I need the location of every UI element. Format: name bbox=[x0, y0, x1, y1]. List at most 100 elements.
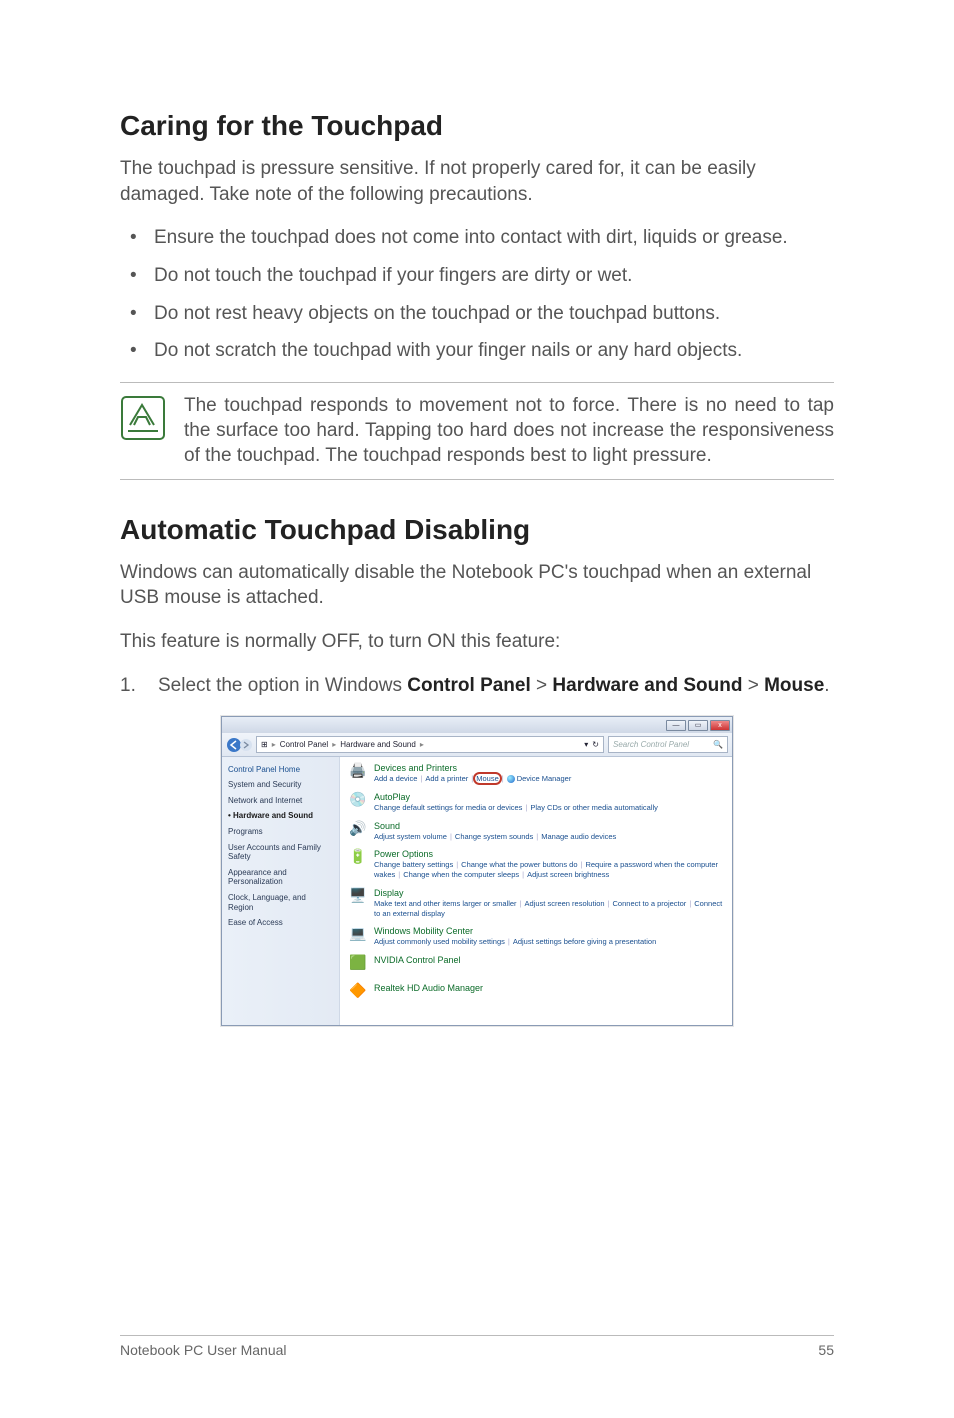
category-icon: 🟩 bbox=[348, 955, 368, 975]
heading-auto-disable: Automatic Touchpad Disabling bbox=[120, 514, 834, 546]
link-separator: | bbox=[608, 899, 610, 908]
category-row: 🔊 SoundAdjust system volume|Change system… bbox=[348, 821, 724, 842]
category-title-link[interactable]: Power Options bbox=[374, 849, 724, 859]
link-separator: | bbox=[456, 860, 458, 869]
search-box[interactable]: Search Control Panel 🔍 bbox=[608, 736, 728, 753]
breadcrumb-part[interactable]: Hardware and Sound bbox=[340, 740, 416, 749]
sidebar-item[interactable]: Network and Internet bbox=[228, 796, 333, 806]
category-sublink[interactable]: Adjust system volume bbox=[374, 832, 447, 841]
category-sublink[interactable]: Make text and other items larger or smal… bbox=[374, 899, 517, 908]
category-links: Change default settings for media or dev… bbox=[374, 803, 724, 813]
category-sublink[interactable]: Change default settings for media or dev… bbox=[374, 803, 522, 812]
step-gt-1: > bbox=[531, 675, 553, 696]
category-title-link[interactable]: Display bbox=[374, 888, 724, 898]
category-sublink[interactable]: Device Manager bbox=[507, 774, 572, 783]
control-panel-window: — ▭ x ⊞ ▸ Control Panel ▸ Hardware and S… bbox=[221, 716, 733, 1026]
category-row: 💻 Windows Mobility CenterAdjust commonly … bbox=[348, 926, 724, 947]
link-separator: | bbox=[581, 860, 583, 869]
category-sublink[interactable]: Change what the power buttons do bbox=[461, 860, 577, 869]
category-links: Add a device|Add a printer|Mouse|Device … bbox=[374, 774, 724, 784]
link-separator: | bbox=[689, 899, 691, 908]
breadcrumb-bar[interactable]: ⊞ ▸ Control Panel ▸ Hardware and Sound ▸… bbox=[256, 736, 604, 753]
sidebar: Control Panel Home System and Security Ne… bbox=[222, 757, 340, 1025]
category-sublink[interactable]: Play CDs or other media automatically bbox=[530, 803, 658, 812]
maximize-button[interactable]: ▭ bbox=[688, 720, 708, 731]
steps-list: 1. Select the option in Windows Control … bbox=[120, 673, 834, 699]
refresh-icon[interactable]: ↻ bbox=[592, 740, 599, 749]
category-title-link[interactable]: Realtek HD Audio Manager bbox=[374, 983, 724, 993]
link-separator: | bbox=[502, 774, 504, 783]
category-title-link[interactable]: AutoPlay bbox=[374, 792, 724, 802]
page-number: 55 bbox=[818, 1342, 834, 1358]
note-text: The touchpad responds to movement not to… bbox=[184, 393, 834, 469]
sidebar-item[interactable]: System and Security bbox=[228, 780, 333, 790]
category-row: 🖥️DisplayMake text and other items large… bbox=[348, 888, 724, 919]
category-row: 🟩 NVIDIA Control Panel bbox=[348, 955, 724, 975]
category-links: Change battery settings|Change what the … bbox=[374, 860, 724, 880]
category-icon: 💻 bbox=[348, 926, 368, 946]
navigation-bar: ⊞ ▸ Control Panel ▸ Hardware and Sound ▸… bbox=[222, 733, 732, 757]
category-row: 💿 AutoPlayChange default settings for med… bbox=[348, 792, 724, 813]
breadcrumb-sep: ▸ bbox=[420, 740, 424, 749]
category-sublink[interactable]: Mouse bbox=[476, 774, 499, 783]
category-title-link[interactable]: Windows Mobility Center bbox=[374, 926, 724, 936]
category-sublink[interactable]: Add a device bbox=[374, 774, 417, 783]
step-item: 1. Select the option in Windows Control … bbox=[120, 673, 834, 699]
breadcrumb-sep: ▸ bbox=[332, 740, 336, 749]
precautions-list: Ensure the touchpad does not come into c… bbox=[120, 225, 834, 364]
search-placeholder: Search Control Panel bbox=[613, 740, 689, 749]
breadcrumb-part[interactable]: Control Panel bbox=[280, 740, 328, 749]
list-item: Do not rest heavy objects on the touchpa… bbox=[126, 301, 834, 327]
main-panel: 🖨️Devices and PrintersAdd a device|Add a… bbox=[340, 757, 732, 1025]
sidebar-item[interactable]: Hardware and Sound bbox=[228, 811, 333, 821]
category-sublink[interactable]: Adjust commonly used mobility settings bbox=[374, 937, 505, 946]
note-icon bbox=[120, 395, 166, 441]
category-sublink[interactable]: Manage audio devices bbox=[541, 832, 616, 841]
category-row: 🖨️Devices and PrintersAdd a device|Add a… bbox=[348, 763, 724, 784]
category-links: Adjust system volume|Change system sound… bbox=[374, 832, 724, 842]
close-button[interactable]: x bbox=[710, 720, 730, 731]
category-icon: 🔊 bbox=[348, 821, 368, 841]
breadcrumb-dropdown-icon[interactable]: ▾ bbox=[584, 740, 588, 749]
category-row: 🔋Power OptionsChange battery settings|Ch… bbox=[348, 849, 724, 880]
step-bold-3: Mouse bbox=[764, 675, 824, 696]
category-sublink[interactable]: Change when the computer sleeps bbox=[403, 870, 519, 879]
sidebar-item[interactable]: Programs bbox=[228, 827, 333, 837]
sidebar-item[interactable]: Appearance and Personalization bbox=[228, 868, 333, 887]
back-forward-buttons[interactable] bbox=[226, 736, 252, 754]
category-sublink[interactable]: Change battery settings bbox=[374, 860, 453, 869]
breadcrumb-icon: ⊞ bbox=[261, 740, 268, 749]
category-sublink[interactable]: Adjust screen resolution bbox=[525, 899, 605, 908]
titlebar: — ▭ x bbox=[222, 717, 732, 733]
category-icon: 💿 bbox=[348, 792, 368, 812]
window-body: Control Panel Home System and Security Ne… bbox=[222, 757, 732, 1025]
step-post: . bbox=[824, 675, 829, 696]
category-links: Make text and other items larger or smal… bbox=[374, 899, 724, 919]
sidebar-home-link[interactable]: Control Panel Home bbox=[228, 765, 333, 774]
category-title-link[interactable]: Sound bbox=[374, 821, 724, 831]
breadcrumb-sep: ▸ bbox=[272, 740, 276, 749]
auto-para-2: This feature is normally OFF, to turn ON… bbox=[120, 629, 834, 655]
list-item: Do not touch the touchpad if your finger… bbox=[126, 263, 834, 289]
sidebar-item[interactable]: Clock, Language, and Region bbox=[228, 893, 333, 912]
sidebar-item[interactable]: Ease of Access bbox=[228, 918, 333, 928]
category-icon: 🔶 bbox=[348, 983, 368, 1003]
link-separator: | bbox=[471, 774, 473, 783]
category-sublink[interactable]: Connect to a projector bbox=[613, 899, 687, 908]
link-separator: | bbox=[520, 899, 522, 908]
category-title-link[interactable]: Devices and Printers bbox=[374, 763, 724, 773]
link-separator: | bbox=[398, 870, 400, 879]
category-icon: 🔋 bbox=[348, 849, 368, 869]
category-row: 🔶 Realtek HD Audio Manager bbox=[348, 983, 724, 1003]
category-sublink[interactable]: Adjust settings before giving a presenta… bbox=[513, 937, 656, 946]
step-text-pre: Select the option in Windows bbox=[158, 675, 407, 696]
minimize-button[interactable]: — bbox=[666, 720, 686, 731]
auto-para-1: Windows can automatically disable the No… bbox=[120, 560, 834, 611]
link-separator: | bbox=[508, 937, 510, 946]
category-sublink[interactable]: Change system sounds bbox=[455, 832, 533, 841]
category-title-link[interactable]: NVIDIA Control Panel bbox=[374, 955, 724, 965]
category-sublink[interactable]: Add a printer bbox=[425, 774, 468, 783]
search-icon: 🔍 bbox=[713, 740, 723, 749]
category-sublink[interactable]: Adjust screen brightness bbox=[527, 870, 609, 879]
sidebar-item[interactable]: User Accounts and Family Safety bbox=[228, 843, 333, 862]
